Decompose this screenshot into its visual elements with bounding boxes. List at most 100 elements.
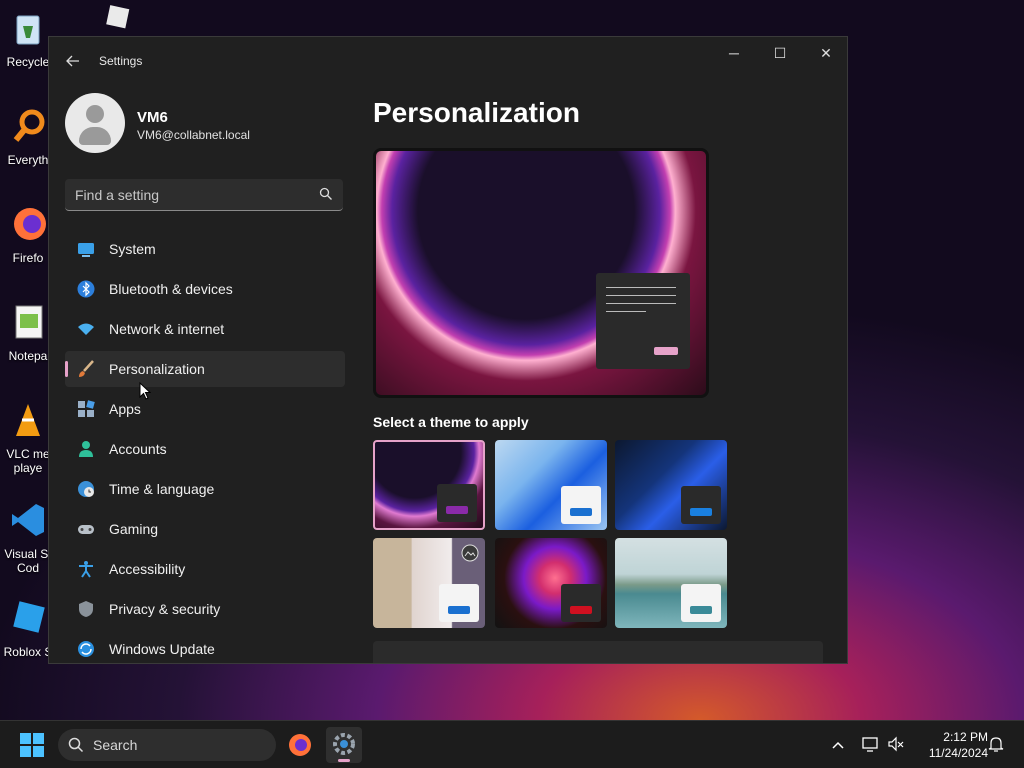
roblox-icon: [106, 5, 130, 29]
theme-accent-pill: [446, 506, 468, 514]
theme-card: [681, 584, 721, 622]
theme-tile-lake-light[interactable]: [615, 538, 727, 628]
main-content: Personalization Select a theme to apply: [373, 85, 843, 663]
search-icon[interactable]: [319, 187, 333, 201]
theme-accent-pill: [570, 508, 592, 516]
shield-icon: [79, 601, 93, 617]
magnifier-app-icon: [13, 109, 45, 142]
update-icon: [78, 641, 94, 657]
wifi-icon: [78, 323, 94, 335]
theme-accent-pill: [570, 606, 592, 614]
clock-date: 11/24/2024: [928, 746, 988, 760]
theme-card: [437, 484, 477, 522]
nav-item-network-internet[interactable]: Network & internet: [65, 311, 345, 347]
clock-time: 2:12 PM: [943, 730, 988, 744]
preview-line: [606, 295, 676, 296]
user-name: VM6: [137, 109, 168, 126]
network-monitor-icon[interactable]: [860, 735, 880, 755]
nav-label: Privacy & security: [109, 601, 221, 617]
volume-muted-icon[interactable]: [886, 735, 906, 755]
taskbar-search[interactable]: Search: [58, 729, 276, 761]
firefox-icon: [289, 734, 311, 756]
title-bar[interactable]: Settings ─ ☐ ✕: [49, 37, 847, 85]
firefox-icon: [14, 208, 46, 240]
find-setting-search[interactable]: [65, 179, 343, 211]
nav-item-gaming[interactable]: Gaming: [65, 511, 345, 547]
nav-item-windows-update[interactable]: Windows Update: [65, 631, 345, 663]
page-title: Personalization: [373, 97, 580, 128]
maximize-button[interactable]: ☐: [757, 37, 803, 69]
taskbar-search-label: Search: [93, 737, 138, 753]
settings-window: Settings ─ ☐ ✕ VM6 VM6@collabnet.local S…: [48, 36, 848, 664]
mouse-cursor-icon: [139, 382, 151, 400]
nav-label: Network & internet: [109, 321, 225, 337]
theme-accent-pill: [448, 606, 470, 614]
nav-label: Accessibility: [109, 561, 186, 577]
nav-label: Bluetooth & devices: [109, 281, 233, 297]
nav-label: Windows Update: [109, 641, 215, 657]
bluetooth-icon: [77, 280, 95, 298]
next-section-card-edge: [373, 641, 823, 663]
nav-item-privacy-security[interactable]: Privacy & security: [65, 591, 345, 627]
search-input[interactable]: [75, 186, 305, 204]
nav-label: Accounts: [109, 441, 167, 457]
nav-item-bluetooth-devices[interactable]: Bluetooth & devices: [65, 271, 345, 307]
nav-item-personalization[interactable]: Personalization: [65, 351, 345, 387]
preview-line: [606, 303, 676, 304]
brush-icon: [79, 360, 94, 377]
settings-nav: System Bluetooth & devices Network & int…: [65, 231, 345, 663]
search-icon: [68, 737, 84, 753]
minimize-button[interactable]: ─: [711, 37, 757, 69]
nav-item-accounts[interactable]: Accounts: [65, 431, 345, 467]
taskbar-firefox[interactable]: [282, 727, 318, 763]
taskbar: Search 2:12 PM 11/24/2024: [0, 720, 1024, 768]
nav-label: Apps: [109, 401, 141, 417]
theme-tile-bloom-light[interactable]: [495, 440, 607, 530]
nav-label: Personalization: [109, 361, 205, 377]
theme-accent-pill: [690, 606, 712, 614]
taskbar-clock[interactable]: 2:12 PM 11/24/2024: [912, 729, 988, 761]
system-icon: [78, 243, 94, 257]
window-title: Settings: [99, 54, 143, 68]
recycle-bin-icon: [16, 15, 40, 45]
nav-label: System: [109, 241, 156, 257]
nav-item-apps[interactable]: Apps: [65, 391, 345, 427]
vscode-icon: [12, 504, 44, 536]
accounts-icon: [79, 441, 93, 457]
theme-preview: [373, 148, 709, 398]
nav-label: Time & language: [109, 481, 215, 497]
avatar-head-shape: [86, 105, 104, 123]
nav-item-system[interactable]: System: [65, 231, 345, 267]
theme-card: [439, 584, 479, 622]
taskbar-settings[interactable]: [326, 727, 362, 763]
avatar-body-shape: [79, 127, 111, 145]
theme-tile-bloom-dark[interactable]: [615, 440, 727, 530]
close-button[interactable]: ✕: [803, 37, 847, 69]
notepad-icon: [15, 305, 43, 339]
preview-mini-window: [596, 273, 690, 369]
user-email: VM6@collabnet.local: [137, 128, 250, 142]
preview-accent-button: [654, 347, 678, 355]
theme-tile-flower-dark[interactable]: [495, 538, 607, 628]
theme-tile-spotlight[interactable]: [373, 538, 485, 628]
theme-card: [681, 486, 721, 524]
notification-bell-icon[interactable]: [986, 735, 1006, 755]
gear-icon: [333, 733, 355, 755]
roblox-studio-icon: [13, 601, 45, 633]
globe-clock-icon: [78, 481, 94, 497]
back-arrow-icon[interactable]: [61, 49, 85, 73]
nav-label: Gaming: [109, 521, 159, 537]
gamepad-icon: [78, 525, 94, 534]
chevron-up-icon[interactable]: [828, 735, 848, 755]
theme-section-heading: Select a theme to apply: [373, 414, 529, 430]
nav-item-time-language[interactable]: Time & language: [65, 471, 345, 507]
theme-tile-glow-dark[interactable]: [373, 440, 485, 530]
avatar[interactable]: [65, 93, 125, 153]
spotlight-camera-icon: [461, 544, 479, 562]
theme-accent-pill: [690, 508, 712, 516]
nav-item-accessibility[interactable]: Accessibility: [65, 551, 345, 587]
windows-start-icon[interactable]: [12, 729, 52, 761]
accessibility-icon: [79, 561, 93, 578]
preview-line: [606, 287, 676, 288]
vlc-cone-icon: [16, 404, 40, 436]
